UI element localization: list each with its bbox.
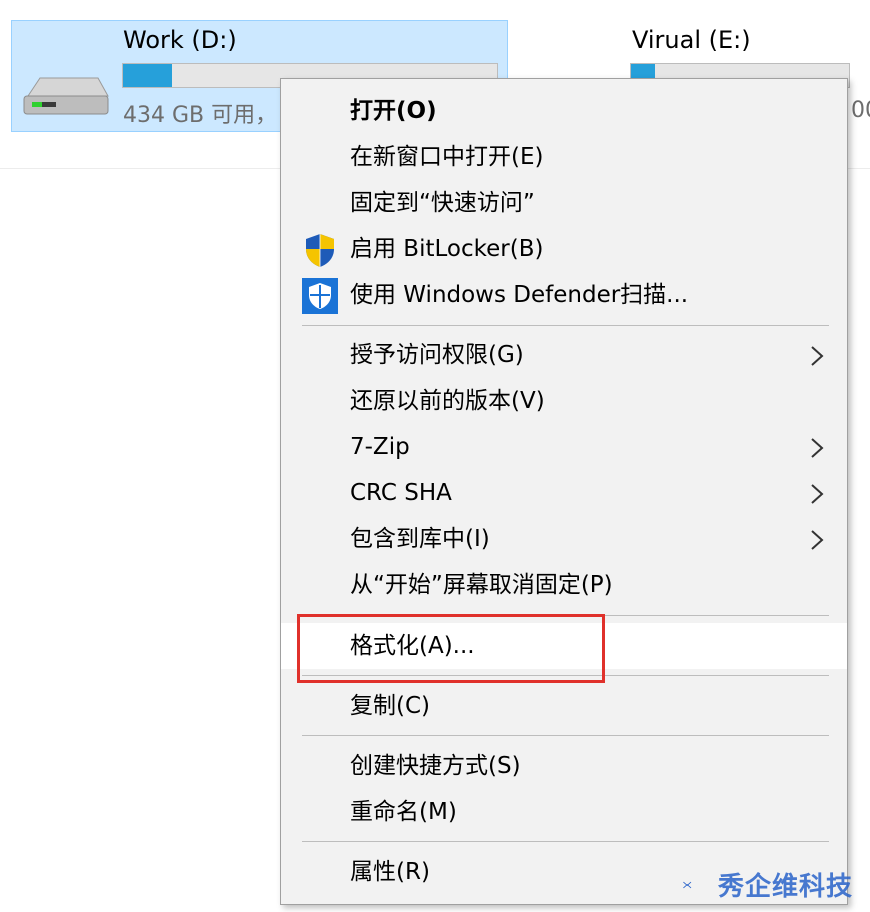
menu-item-label: 重命名(M) — [350, 799, 457, 825]
menu-item-label: CRC SHA — [350, 480, 452, 506]
drive-usage-fill — [123, 64, 172, 87]
drive-free-space: 00 — [851, 98, 870, 123]
hard-drive-icon — [23, 77, 109, 115]
drive-free-space: 434 GB 可用， — [123, 103, 278, 128]
menu-item-label: 在新窗口中打开(E) — [350, 144, 544, 170]
menu-item-label: 固定到“快速访问” — [350, 190, 535, 216]
drive-name[interactable]: Virual (E:) — [632, 26, 751, 54]
menu-item-7zip[interactable]: 7-Zip — [281, 425, 847, 469]
chevron-right-icon — [811, 346, 824, 366]
menu-item-grant-access[interactable]: 授予访问权限(G) — [281, 333, 847, 377]
menu-item-label: 包含到库中(I) — [350, 526, 490, 552]
defender-icon — [302, 278, 338, 314]
menu-item-include-library[interactable]: 包含到库中(I) — [281, 517, 847, 561]
menu-item-label: 启用 BitLocker(B) — [350, 236, 544, 262]
menu-item-create-shortcut[interactable]: 创建快捷方式(S) — [281, 744, 847, 788]
menu-item-label: 从“开始”屏幕取消固定(P) — [350, 572, 613, 598]
menu-item-open-new-window[interactable]: 在新窗口中打开(E) — [281, 135, 847, 179]
menu-separator — [302, 735, 829, 736]
menu-item-restore-versions[interactable]: 还原以前的版本(V) — [281, 379, 847, 423]
menu-item-open[interactable]: 打开(O) — [281, 89, 847, 133]
menu-item-label: 打开(O) — [350, 98, 437, 124]
menu-separator — [302, 325, 829, 326]
menu-item-bitlocker[interactable]: 启用 BitLocker(B) — [281, 227, 847, 271]
menu-item-unpin-start[interactable]: 从“开始”屏幕取消固定(P) — [281, 563, 847, 607]
chevron-right-icon — [811, 438, 824, 458]
menu-item-label: 还原以前的版本(V) — [350, 388, 545, 414]
menu-item-rename[interactable]: 重命名(M) — [281, 790, 847, 834]
menu-item-label: 复制(C) — [350, 693, 431, 719]
menu-item-crc-sha[interactable]: CRC SHA — [281, 471, 847, 515]
menu-item-label: 使用 Windows Defender扫描... — [350, 282, 689, 308]
menu-item-copy[interactable]: 复制(C) — [281, 684, 847, 728]
menu-item-defender-scan[interactable]: 使用 Windows Defender扫描... — [281, 273, 847, 317]
chevron-right-icon — [811, 484, 824, 504]
menu-item-label: 7-Zip — [350, 434, 410, 460]
drive-name: Work (D:) — [123, 26, 237, 54]
chevron-right-icon — [811, 530, 824, 550]
uac-shield-icon — [306, 234, 334, 267]
watermark-logo-icon — [683, 881, 692, 889]
context-menu: 打开(O) 在新窗口中打开(E) 固定到“快速访问” 启用 BitLocker(… — [280, 78, 848, 905]
menu-item-label: 属性(R) — [350, 859, 430, 885]
menu-separator — [302, 841, 829, 842]
menu-item-pin-quick-access[interactable]: 固定到“快速访问” — [281, 181, 847, 225]
menu-item-label: 授予访问权限(G) — [350, 342, 524, 368]
annotation-highlight-box — [297, 614, 605, 683]
watermark-text: 秀企维科技 — [718, 872, 854, 902]
menu-item-label: 创建快捷方式(S) — [350, 753, 521, 779]
